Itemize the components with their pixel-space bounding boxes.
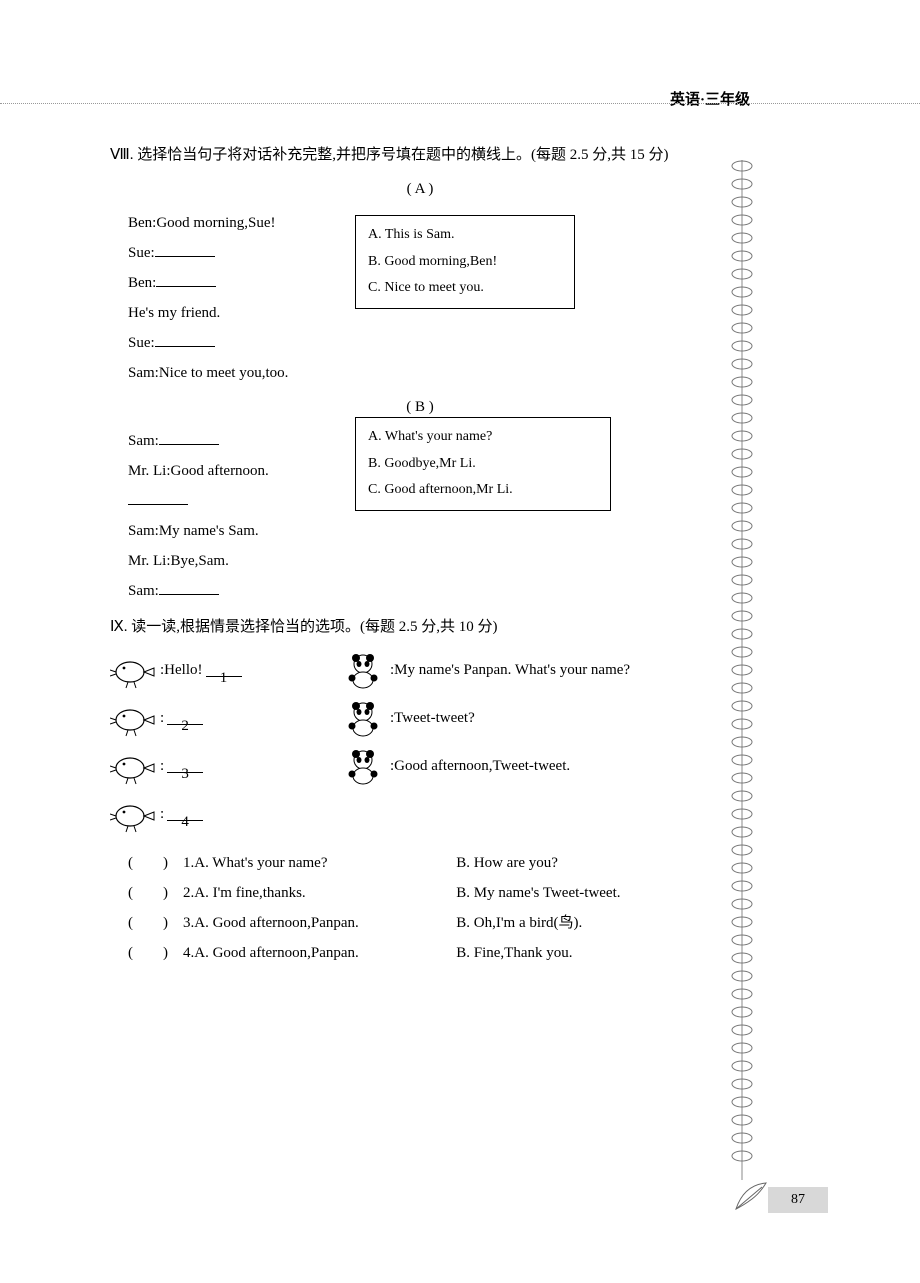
option-b-c: C. Good afternoon,Mr Li. xyxy=(368,477,598,504)
q9-r1-left: :Hello! xyxy=(160,655,203,685)
choice-row-2: ( ) 2. A. I'm fine,thanks. B. My name's … xyxy=(110,878,730,908)
dialog-a-line-6: Sam:Nice to meet you,too. xyxy=(110,358,730,388)
dialog-a-prefix-5: Sue: xyxy=(128,335,155,351)
choice-1-a: A. What's your name? xyxy=(194,848,456,878)
q9-r1-right: :My name's Panpan. What's your name? xyxy=(390,655,630,685)
section-8-title: Ⅷ. 选择恰当句子将对话补充完整,并把序号填在题中的横线上。(每题 2.5 分,… xyxy=(110,140,730,170)
choice-3-a: A. Good afternoon,Panpan. xyxy=(194,908,456,938)
paren-4[interactable]: ( ) xyxy=(128,938,183,968)
bird-icon xyxy=(110,650,156,690)
choice-4-a: A. Good afternoon,Panpan. xyxy=(194,938,456,968)
option-box-b: A. What's your name? B. Goodbye,Mr Li. C… xyxy=(355,417,611,511)
blank-a-1[interactable] xyxy=(155,243,215,257)
choice-3-b: B. Oh,I'm a bird(鸟). xyxy=(456,908,582,938)
page-number: 87 xyxy=(768,1187,828,1213)
blank-b-1[interactable] xyxy=(159,431,219,445)
feather-icon xyxy=(732,1179,770,1213)
choice-2-b: B. My name's Tweet-tweet. xyxy=(456,878,620,908)
q9-r3-right: :Good afternoon,Tweet-tweet. xyxy=(390,751,570,781)
q9-r2-left: : xyxy=(160,703,164,733)
panda-icon xyxy=(340,650,386,690)
bird-icon xyxy=(110,746,156,786)
option-a-a: A. This is Sam. xyxy=(368,222,562,249)
dialog-b-line-4: Sam:My name's Sam. xyxy=(110,516,730,546)
blank-b-3[interactable] xyxy=(159,581,219,595)
dialog-a-prefix-2: Sue: xyxy=(128,245,155,261)
choice-2-a: A. I'm fine,thanks. xyxy=(194,878,456,908)
choice-2-num: 2. xyxy=(183,878,194,908)
blank-b-2[interactable] xyxy=(128,491,188,505)
spiral-icon xyxy=(724,160,760,1180)
part-a-label: ( A ) xyxy=(110,174,730,204)
q9-blank-1[interactable]: 1 xyxy=(206,663,242,677)
option-b-b: B. Goodbye,Mr Li. xyxy=(368,451,598,478)
section-9-title: Ⅸ. 读一读,根据情景选择恰当的选项。(每题 2.5 分,共 10 分) xyxy=(110,612,730,642)
q9-blank-4[interactable]: 4 xyxy=(167,807,203,821)
q9-r4-left: : xyxy=(160,799,164,829)
choice-4-num: 4. xyxy=(183,938,194,968)
choice-row-4: ( ) 4. A. Good afternoon,Panpan. B. Fine… xyxy=(110,938,730,968)
q9-blank-3[interactable]: 3 xyxy=(167,759,203,773)
q9-row-2: : 2 :Tweet-tweet? xyxy=(110,698,730,738)
q9-r3-left: : xyxy=(160,751,164,781)
q9-row-3: : 3 :Good afternoon,Tweet-tweet. xyxy=(110,746,730,786)
header-divider xyxy=(0,103,920,104)
choice-row-1: ( ) 1. A. What's your name? B. How are y… xyxy=(110,848,730,878)
dialog-a-line-5: Sue: xyxy=(110,328,730,358)
choice-4-b: B. Fine,Thank you. xyxy=(456,938,572,968)
q9-row-4: : 4 xyxy=(110,794,730,834)
dialog-b-line-6: Sam: xyxy=(110,576,730,606)
choice-1-num: 1. xyxy=(183,848,194,878)
choice-1-b: B. How are you? xyxy=(456,848,558,878)
paren-1[interactable]: ( ) xyxy=(128,848,183,878)
bird-icon xyxy=(110,794,156,834)
dialog-b-prefix-6: Sam: xyxy=(128,583,159,599)
q9-row-1: :Hello! 1 :My name's Panpan. What's your… xyxy=(110,650,730,690)
choice-3-num: 3. xyxy=(183,908,194,938)
q9-blank-2[interactable]: 2 xyxy=(167,711,203,725)
dialog-b-line-5: Mr. Li:Bye,Sam. xyxy=(110,546,730,576)
page-header: 英语·三年级 xyxy=(670,88,750,109)
dialog-a-prefix-3: Ben: xyxy=(128,275,156,291)
q9-r2-right: :Tweet-tweet? xyxy=(390,703,475,733)
dialog-b-prefix-1: Sam: xyxy=(128,433,159,449)
paren-2[interactable]: ( ) xyxy=(128,878,183,908)
panda-icon xyxy=(340,746,386,786)
option-a-b: B. Good morning,Ben! xyxy=(368,249,562,276)
blank-a-3[interactable] xyxy=(155,333,215,347)
choice-row-3: ( ) 3. A. Good afternoon,Panpan. B. Oh,I… xyxy=(110,908,730,938)
paren-3[interactable]: ( ) xyxy=(128,908,183,938)
bird-icon xyxy=(110,698,156,738)
option-box-a: A. This is Sam. B. Good morning,Ben! C. … xyxy=(355,215,575,309)
spiral-binding xyxy=(724,160,760,1185)
option-a-c: C. Nice to meet you. xyxy=(368,275,562,302)
blank-a-2[interactable] xyxy=(156,273,216,287)
option-b-a: A. What's your name? xyxy=(368,424,598,451)
panda-icon xyxy=(340,698,386,738)
